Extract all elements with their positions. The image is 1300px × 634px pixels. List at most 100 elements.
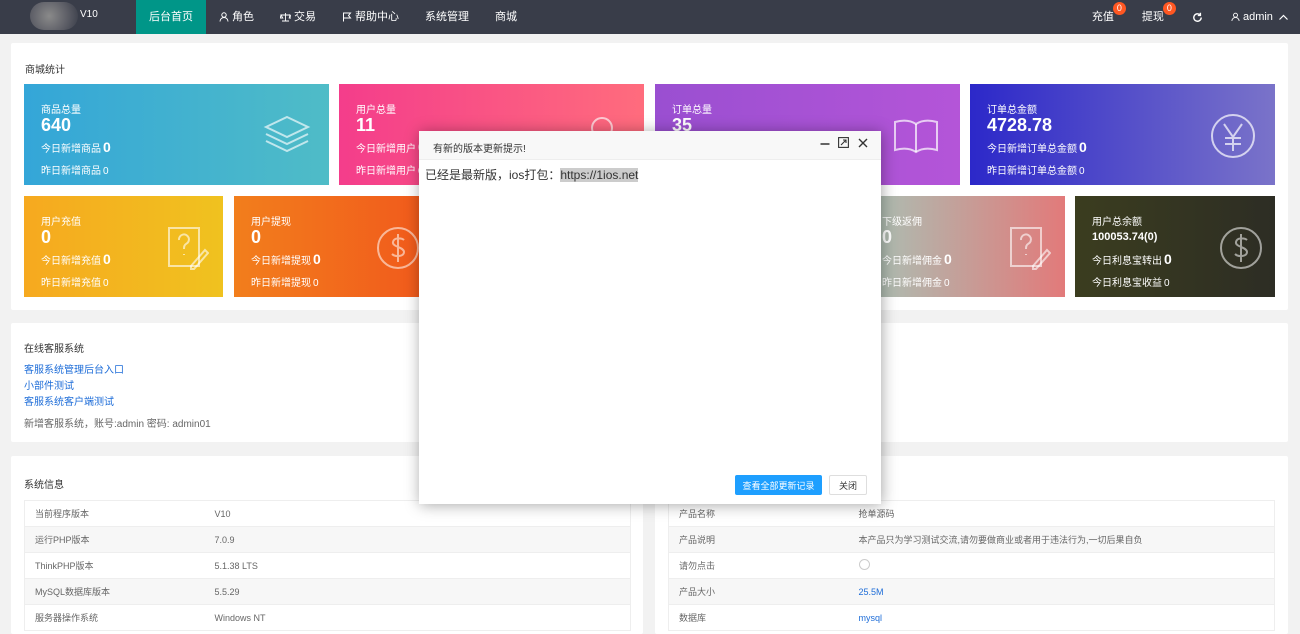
size-link[interactable]: 25.5M bbox=[859, 587, 884, 597]
edit-icon bbox=[1010, 227, 1051, 270]
scale-icon bbox=[280, 13, 291, 22]
card-label: 下级返佣 bbox=[882, 217, 922, 228]
nav-help[interactable]: 帮助中心 bbox=[329, 0, 412, 34]
top-navbar: V10 后台首页 角色 交易 帮助中心 系统管理 商城 充值 0 提现 0 ad… bbox=[0, 0, 1300, 34]
card-order-amount[interactable]: 订单总金额 4728.78 今日新增订单总金额 0 昨日新增订单总金额 0 bbox=[970, 84, 1275, 185]
nav-mall[interactable]: 商城 bbox=[482, 0, 530, 34]
withdraw-link[interactable]: 提现 0 bbox=[1128, 0, 1178, 34]
dialog-title: 有新的版本更新提示! bbox=[433, 144, 526, 155]
card-line1: 今日新增佣金 0 bbox=[882, 251, 952, 267]
user-icon bbox=[1231, 12, 1240, 22]
nav-role[interactable]: 角色 bbox=[206, 0, 267, 34]
db-link[interactable]: mysql bbox=[859, 613, 883, 623]
user-name: admin bbox=[1242, 11, 1273, 23]
view-all-updates-button[interactable]: 查看全部更新记录 bbox=[735, 475, 822, 495]
right-nav: 充值 0 提现 0 admin bbox=[1078, 0, 1300, 34]
card-value: 0 bbox=[882, 227, 893, 247]
card-recharge[interactable]: 用户充值 0 今日新增充值 0 昨日新增充值 0 bbox=[24, 196, 223, 297]
card-line2: 昨日新增充值 0 bbox=[41, 278, 109, 289]
table-cell: 当前程序版本 bbox=[24, 500, 205, 527]
nav-role-label: 角色 bbox=[232, 11, 254, 23]
card-value: 0 bbox=[251, 227, 262, 247]
main-nav: 后台首页 角色 交易 帮助中心 系统管理 商城 bbox=[136, 0, 530, 34]
card-label: 用户充值 bbox=[41, 217, 81, 228]
sysinfo-title: 系统信息 bbox=[24, 480, 64, 491]
card-line1: 今日新增商品 0 bbox=[41, 139, 111, 155]
card-line1: 今日新增充值 0 bbox=[41, 251, 111, 267]
withdraw-label: 提现 bbox=[1141, 11, 1164, 23]
card-line2: 昨日新增提现 0 bbox=[251, 278, 319, 289]
circle-icon[interactable] bbox=[858, 559, 870, 570]
card-commission[interactable]: 下级返佣 0 今日新增佣金 0 昨日新增佣金 0 bbox=[865, 196, 1065, 297]
minimize-icon[interactable] bbox=[818, 137, 831, 152]
version-label: V10 bbox=[80, 9, 98, 20]
widget-test-link[interactable]: 小部件测试 bbox=[24, 377, 74, 392]
service-admin-link[interactable]: 客服系统管理后台入口 bbox=[24, 361, 124, 376]
nav-trade[interactable]: 交易 bbox=[267, 0, 329, 34]
nav-home-label: 后台首页 bbox=[149, 11, 193, 23]
flag-icon bbox=[343, 12, 352, 22]
edit-icon bbox=[168, 227, 209, 270]
recharge-badge: 0 bbox=[1112, 2, 1126, 15]
nav-home[interactable]: 后台首页 bbox=[136, 0, 206, 34]
card-label: 订单总量 bbox=[672, 105, 712, 116]
table-row: 数据库 mysql bbox=[668, 604, 1275, 631]
table-cell: 7.0.9 bbox=[204, 526, 631, 553]
card-withdraw[interactable]: 用户提现 0 今日新增提现 0 昨日新增提现 0 bbox=[234, 196, 420, 297]
refresh-icon bbox=[1193, 12, 1202, 22]
close-button[interactable]: 关闭 bbox=[829, 475, 867, 495]
refresh-button[interactable] bbox=[1178, 0, 1217, 34]
card-label: 用户总量 bbox=[356, 105, 396, 116]
table-row: MySQL数据库版本 5.5.29 bbox=[24, 578, 631, 605]
card-line1: 今日利息宝转出 0 bbox=[1092, 251, 1172, 267]
table-row: 产品大小 25.5M bbox=[668, 578, 1275, 605]
chevron-up-icon bbox=[1279, 14, 1288, 21]
withdraw-badge: 0 bbox=[1162, 2, 1176, 15]
close-icon[interactable] bbox=[856, 137, 869, 152]
card-line1: 今日新增用户0 bbox=[356, 139, 426, 155]
nav-trade-label: 交易 bbox=[294, 11, 316, 23]
card-value: 100053.74(0) bbox=[1092, 231, 1158, 243]
card-line1: 今日新增提现 0 bbox=[251, 251, 321, 267]
card-goods[interactable]: 商品总量 640 今日新增商品 0 昨日新增商品 0 bbox=[24, 84, 329, 185]
card-label: 用户提现 bbox=[251, 217, 291, 228]
table-cell: V10 bbox=[204, 500, 631, 527]
product-table: 产品名称 抢单源码 产品说明 本产品只为学习测试交流,请勿要做商业或者用于违法行为,… bbox=[668, 500, 1275, 631]
card-balance[interactable]: 用户总余额 100053.74(0) 今日利息宝转出 0 今日利息宝收益 0 bbox=[1075, 196, 1275, 297]
nav-system[interactable]: 系统管理 bbox=[412, 0, 482, 34]
card-line2: 昨日新增商品 0 bbox=[41, 166, 109, 177]
service-note: 新增客服系统，账号:admin 密码: admin01 bbox=[24, 419, 211, 430]
table-row: 服务器操作系统 Windows NT bbox=[24, 604, 631, 631]
card-label: 用户总余额 bbox=[1092, 217, 1142, 228]
table-cell: 产品名称 bbox=[668, 500, 849, 527]
client-test-link[interactable]: 客服系统客户端测试 bbox=[24, 393, 114, 408]
stats-title: 商城统计 bbox=[25, 65, 65, 76]
card-value: 640 bbox=[41, 115, 72, 135]
table-row: 请勿点击 bbox=[668, 552, 1275, 579]
maximize-icon[interactable] bbox=[837, 137, 850, 152]
service-title: 在线客服系统 bbox=[24, 344, 84, 355]
logo[interactable] bbox=[30, 2, 78, 30]
card-line2: 昨日新增订单总金额 0 bbox=[987, 166, 1085, 177]
ios-link[interactable]: https://1ios.net bbox=[560, 168, 639, 182]
table-row: ThinkPHP版本 5.1.38 LTS bbox=[24, 552, 631, 579]
table-row: 运行PHP版本 7.0.9 bbox=[24, 526, 631, 553]
nav-system-label: 系统管理 bbox=[425, 11, 469, 23]
recharge-label: 充值 bbox=[1091, 11, 1114, 23]
yen-icon bbox=[1211, 114, 1255, 158]
table-cell: 数据库 bbox=[668, 604, 849, 631]
user-icon bbox=[219, 12, 229, 22]
update-dialog: 有新的版本更新提示! 已经是最新版，ios打包：https://1ios.net… bbox=[419, 131, 881, 504]
table-cell bbox=[848, 552, 1275, 579]
recharge-link[interactable]: 充值 0 bbox=[1078, 0, 1128, 34]
table-cell: 服务器操作系统 bbox=[24, 604, 205, 631]
sysinfo-table: 当前程序版本 V10 运行PHP版本 7.0.9 ThinkPHP版本 5.1.38 … bbox=[24, 500, 631, 631]
table-cell: 本产品只为学习测试交流,请勿要做商业或者用于违法行为,一切后果自负 bbox=[848, 526, 1275, 553]
dollar-icon bbox=[377, 227, 419, 269]
table-cell: 运行PHP版本 bbox=[24, 526, 205, 553]
dialog-header[interactable]: 有新的版本更新提示! bbox=[419, 131, 881, 160]
table-row: 产品名称 抢单源码 bbox=[668, 500, 1275, 527]
user-menu[interactable]: admin bbox=[1217, 0, 1300, 34]
table-row: 当前程序版本 V10 bbox=[24, 500, 631, 527]
card-value: 11 bbox=[356, 115, 376, 135]
